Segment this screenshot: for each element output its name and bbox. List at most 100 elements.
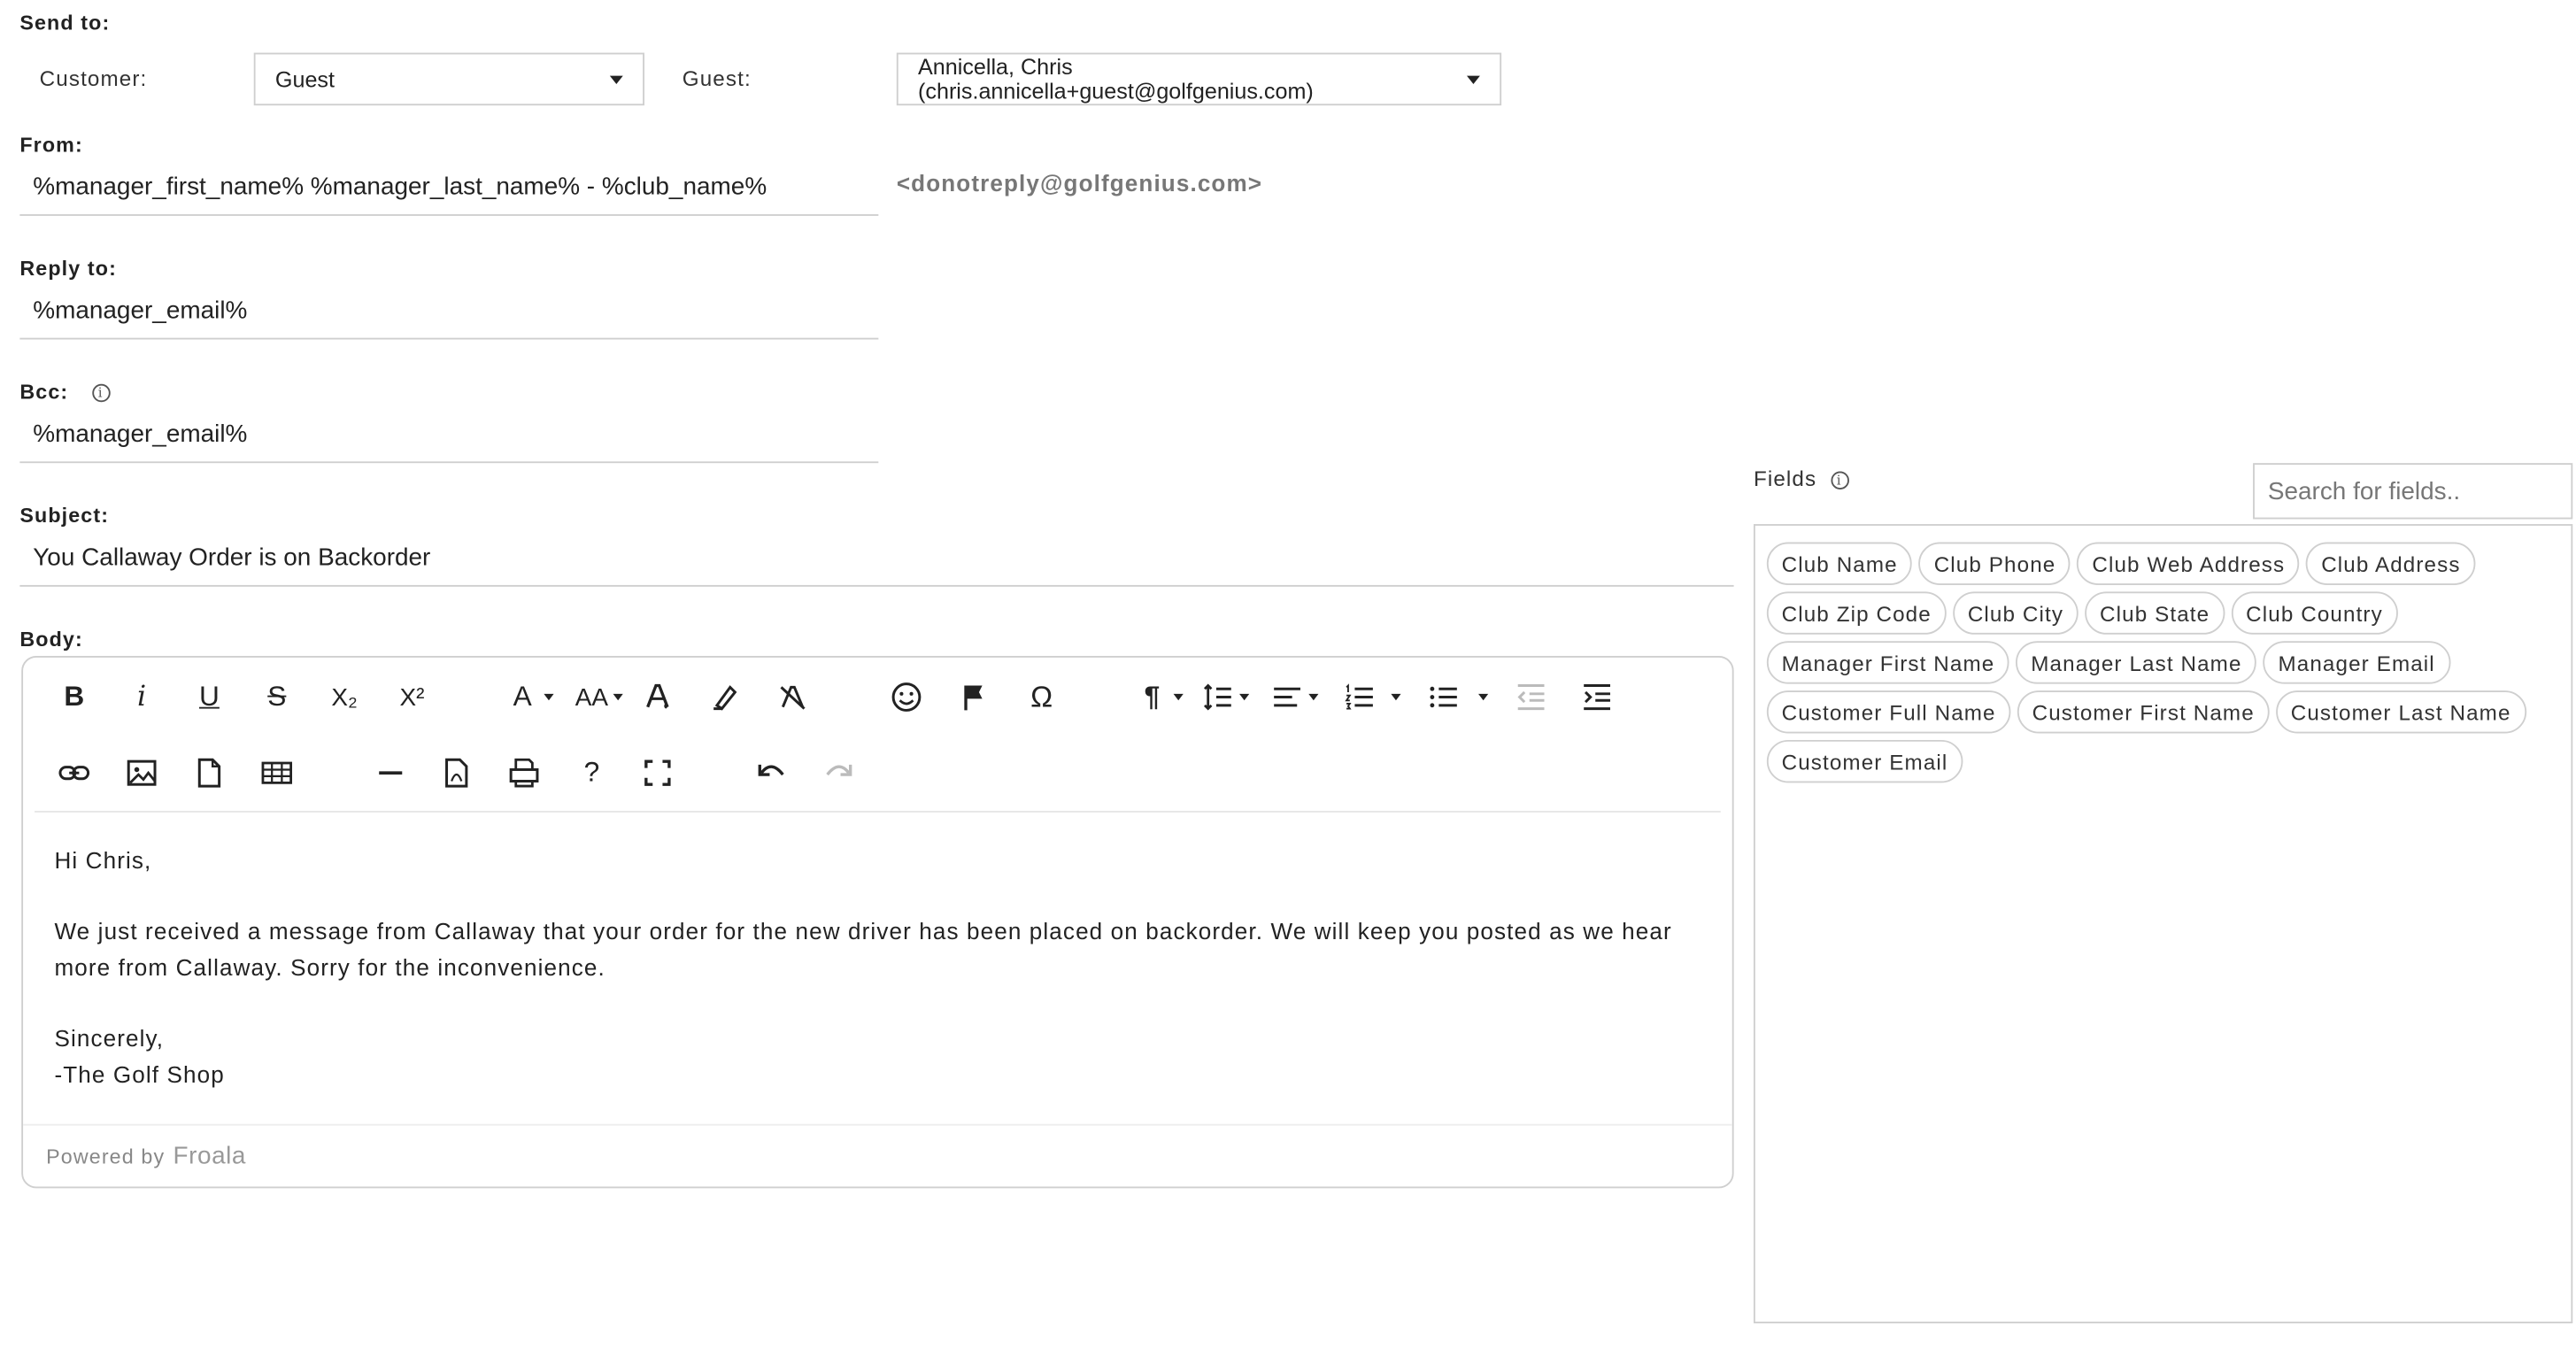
field-chip[interactable]: Customer Full Name [1766,690,2011,734]
editor-footer: Powered by Froala [23,1123,1732,1187]
chevron-down-icon [1239,693,1250,701]
fields-header: Fields i [1753,466,1849,491]
special-flag-icon[interactable] [949,673,999,722]
field-chip[interactable]: Customer Last Name [2276,690,2526,734]
powered-by-label: Powered by [46,1145,166,1168]
chevron-down-icon [1308,693,1319,701]
outdent-icon[interactable] [1507,673,1556,722]
align-icon[interactable] [1262,673,1319,722]
customer-select[interactable]: Guest [253,52,644,106]
field-chip[interactable]: Customer Email [1766,739,1963,783]
indent-icon[interactable] [1572,673,1622,722]
font-family-icon[interactable]: A [497,673,554,722]
body-closing: Sincerely, [54,1025,165,1052]
help-icon[interactable]: ? [567,748,616,798]
reply-to-value: %manager_email% [33,297,248,325]
field-chip[interactable]: Club Country [2231,591,2398,635]
background-color-icon[interactable] [700,673,750,722]
text-color-icon[interactable] [633,673,683,722]
superscript-icon[interactable]: X² [388,673,437,722]
subscript-glyph: X₂ [331,682,358,712]
superscript-glyph: X² [399,682,425,712]
unordered-list-icon[interactable] [1419,673,1469,722]
omega-glyph: Ω [1030,679,1053,713]
subject-label: Subject: [19,504,110,528]
field-chip[interactable]: Customer First Name [2017,690,2270,734]
line-height-icon[interactable] [1193,673,1250,722]
horizontal-line-icon[interactable] [366,748,415,798]
italic-icon[interactable]: i [117,673,166,722]
field-chip[interactable]: Club Address [2306,542,2476,585]
chevron-down-icon [613,693,623,701]
bcc-field[interactable]: %manager_email% [19,406,879,464]
insert-file-icon[interactable] [185,748,235,798]
fontsize-glyph: AA [575,682,609,712]
body-label: Body: [19,628,83,651]
strikethrough-icon[interactable]: S [252,673,302,722]
customer-select-value: Guest [274,66,335,92]
reply-to-field[interactable]: %manager_email% [19,283,879,340]
print-icon[interactable] [499,748,549,798]
redo-icon[interactable] [814,748,864,798]
underline-icon[interactable]: U [185,673,235,722]
chevron-down-icon[interactable] [1391,693,1401,701]
insert-link-icon[interactable] [50,748,99,798]
help-glyph: ? [583,756,600,788]
chevron-down-icon [609,74,623,84]
field-chip[interactable]: Club Web Address [2077,542,2300,585]
pilcrow-glyph: ¶ [1144,680,1161,713]
info-icon[interactable]: i [91,384,110,403]
from-name-value: %manager_first_name% %manager_last_name%… [33,173,767,202]
body-signature: -The Golf Shop [54,1060,225,1088]
field-chip[interactable]: Manager First Name [1766,641,2010,684]
from-label: From: [19,133,83,157]
reply-to-label: Reply to: [19,257,117,281]
underline-glyph: U [199,680,220,713]
chevron-down-icon [544,693,554,701]
field-chip[interactable]: Club City [1953,591,2079,635]
bcc-value: %manager_email% [33,420,248,449]
undo-icon[interactable] [746,748,796,798]
chevron-down-icon[interactable] [1478,693,1489,701]
guest-select-value: Annicella, Chris (chris.annicella+guest@… [918,54,1314,104]
bold-icon[interactable]: B [50,673,99,722]
body-paragraph: We just received a message from Callaway… [54,918,1672,981]
insert-image-icon[interactable] [117,748,166,798]
fields-search-input[interactable]: Search for fields.. [2253,463,2573,520]
field-chip[interactable]: Club Zip Code [1766,591,1947,635]
subscript-icon[interactable]: X₂ [320,673,369,722]
special-characters-icon[interactable]: Ω [1017,673,1067,722]
font-size-icon[interactable]: AA [567,673,623,722]
froala-logo[interactable]: Froala [174,1142,247,1170]
bcc-label: Bcc: [19,381,69,405]
field-chip[interactable]: Manager Email [2263,641,2450,684]
field-chip[interactable]: Manager Last Name [2016,641,2257,684]
email-composer-page: Send to: Customer: Guest Guest: Annicell… [0,0,2576,1346]
body-greeting: Hi Chris, [54,846,152,874]
ordered-list-icon[interactable] [1335,673,1384,722]
paragraph-format-icon[interactable]: ¶ [1127,673,1184,722]
strike-glyph: S [267,680,287,713]
fullscreen-icon[interactable] [633,748,683,798]
field-chip[interactable]: Club Name [1766,542,1913,585]
pdf-icon[interactable] [432,748,482,798]
fields-list: Club Name Club Phone Club Web Address Club … [1753,524,2573,1324]
bcc-label-row: Bcc: i [19,381,110,404]
italic-glyph: i [137,680,147,714]
field-chips: Club Name Club Phone Club Web Address Club … [1766,542,2558,783]
field-chip[interactable]: Club State [2085,591,2225,635]
emoticons-icon[interactable] [882,673,931,722]
rich-text-editor: B i U S X₂ X² A AA Ω ¶ ? Hi Chris, We ju… [21,655,1734,1189]
from-name-field[interactable]: %manager_first_name% %manager_last_name%… [19,159,879,216]
clear-formatting-icon[interactable] [768,673,818,722]
editor-content[interactable]: Hi Chris, We just received a message fro… [54,842,1693,1092]
insert-table-icon[interactable] [252,748,302,798]
chevron-down-icon [1173,693,1184,701]
chevron-down-icon [1467,74,1480,84]
guest-select[interactable]: Annicella, Chris (chris.annicella+guest@… [896,52,1502,106]
fields-label: Fields [1753,466,1817,491]
info-icon[interactable]: i [1830,471,1849,490]
subject-field[interactable]: You Callaway Order is on Backorder [19,530,1734,587]
field-chip[interactable]: Club Phone [1918,542,2071,585]
from-address: <donotreply@golfgenius.com> [896,169,1263,197]
